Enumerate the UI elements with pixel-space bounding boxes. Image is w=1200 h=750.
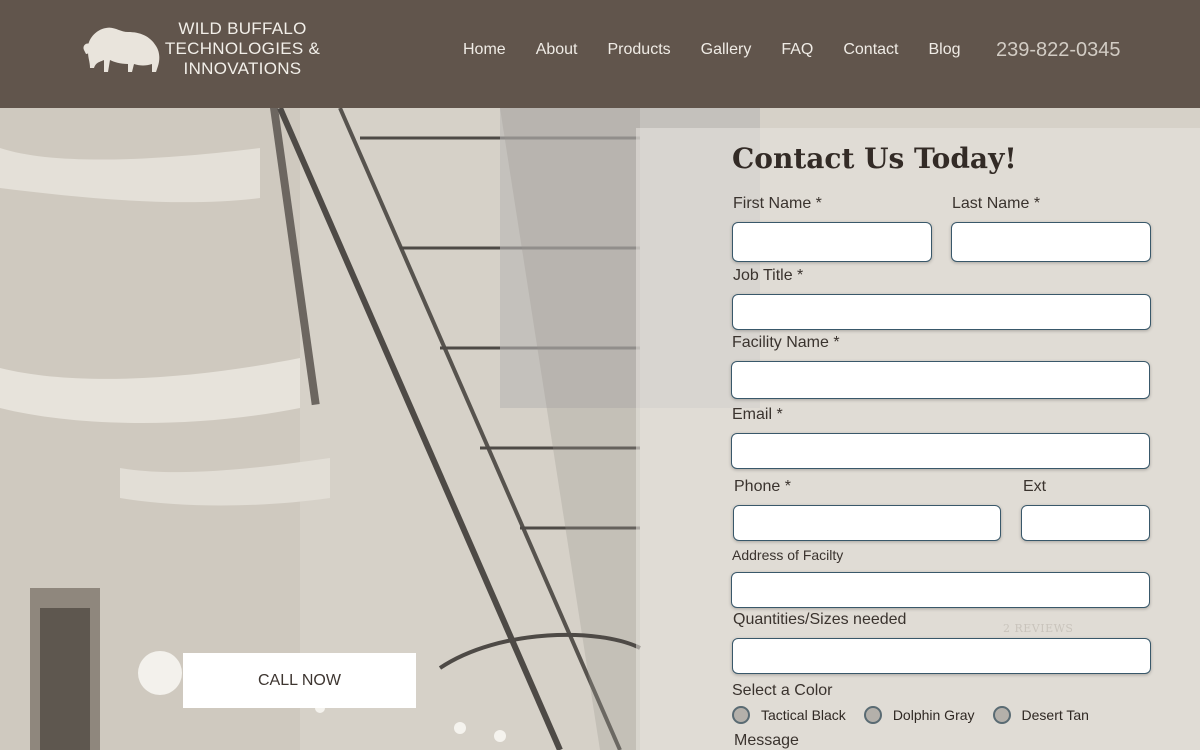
nav-products[interactable]: Products — [593, 40, 686, 60]
reviews-badge: 2 REVIEWS — [1003, 622, 1074, 635]
ext-label: Ext — [1023, 478, 1047, 495]
job-title-field[interactable] — [732, 294, 1151, 330]
radio-label: Desert Tan — [1021, 707, 1089, 723]
form-title: Contact Us Today! — [732, 142, 1017, 175]
nav-about[interactable]: About — [521, 40, 593, 60]
email-field[interactable] — [731, 433, 1150, 469]
radio-dolphin-gray[interactable]: Dolphin Gray — [863, 706, 975, 724]
ext-field[interactable] — [1021, 505, 1150, 541]
brand-line-2: TECHNOLOGIES & — [164, 39, 321, 58]
brand-line-3: INNOVATIONS — [183, 59, 302, 78]
color-radio-group: Tactical Black Dolphin Gray Desert Tan — [732, 706, 1107, 724]
site-header: WILD BUFFALO TECHNOLOGIES & INNOVATIONS … — [0, 0, 1200, 108]
select-color-label: Select a Color — [732, 682, 833, 699]
radio-tactical-black[interactable]: Tactical Black — [732, 706, 846, 724]
first-name-field[interactable] — [732, 222, 932, 262]
phone-field[interactable] — [733, 505, 1001, 541]
address-field[interactable] — [731, 572, 1150, 608]
facility-name-label: Facility Name * — [732, 334, 840, 351]
nav-blog[interactable]: Blog — [913, 40, 975, 60]
nav-faq[interactable]: FAQ — [766, 40, 828, 60]
quantities-label: Quantities/Sizes needed — [733, 611, 907, 628]
main-nav: Home About Products Gallery FAQ Contact … — [448, 40, 976, 60]
call-now-button[interactable]: CALL NOW — [183, 653, 416, 708]
radio-label: Dolphin Gray — [892, 707, 975, 723]
first-name-label: First Name * — [733, 195, 822, 212]
job-title-label: Job Title * — [733, 267, 804, 284]
radio-button-icon[interactable] — [732, 706, 750, 724]
nav-contact[interactable]: Contact — [828, 40, 913, 60]
radio-desert-tan[interactable]: Desert Tan — [992, 706, 1089, 724]
last-name-field[interactable] — [951, 222, 1151, 262]
facility-name-field[interactable] — [731, 361, 1150, 399]
email-label: Email * — [732, 406, 783, 423]
phone-number[interactable]: 239-822-0345 — [996, 38, 1121, 62]
radio-label: Tactical Black — [761, 707, 846, 723]
quantities-field[interactable] — [732, 638, 1151, 674]
buffalo-icon[interactable] — [80, 22, 164, 78]
radio-button-icon[interactable] — [863, 706, 882, 724]
phone-label: Phone * — [734, 478, 791, 495]
radio-button-icon[interactable] — [992, 706, 1011, 724]
brand-line-1: WILD BUFFALO — [178, 19, 307, 38]
address-label: Address of Facilty — [732, 547, 844, 563]
nav-gallery[interactable]: Gallery — [686, 40, 767, 60]
message-label: Message — [734, 732, 799, 749]
last-name-label: Last Name * — [952, 195, 1041, 212]
brand-name[interactable]: WILD BUFFALO TECHNOLOGIES & INNOVATIONS — [160, 19, 325, 79]
nav-home[interactable]: Home — [448, 40, 521, 60]
